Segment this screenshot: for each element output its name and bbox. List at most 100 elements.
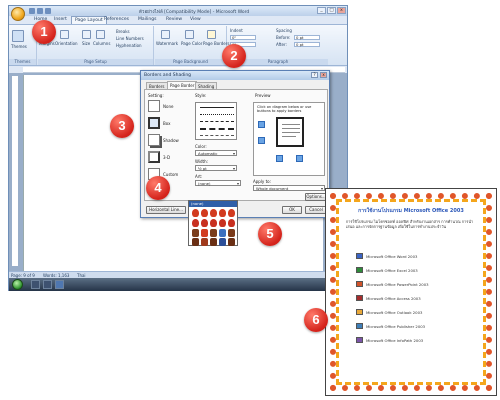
cake-art-icon bbox=[192, 238, 199, 246]
indent-left-field[interactable]: 0" bbox=[230, 35, 256, 40]
art-dropdown[interactable]: (none) bbox=[195, 180, 241, 186]
save-icon[interactable] bbox=[29, 8, 35, 14]
setting-none-label[interactable]: None bbox=[163, 104, 173, 109]
style-option[interactable] bbox=[200, 114, 234, 115]
setting-3d-icon[interactable] bbox=[148, 151, 160, 163]
cake-art-icon bbox=[192, 229, 199, 237]
spacing-label: Spacing bbox=[276, 28, 292, 33]
options-button[interactable]: Options... bbox=[305, 193, 327, 201]
undo-icon[interactable] bbox=[37, 8, 43, 14]
horizontal-line-button[interactable]: Horizontal Line... bbox=[146, 206, 186, 214]
line-numbers-label[interactable]: Line Numbers bbox=[116, 36, 144, 41]
art-option[interactable] bbox=[192, 209, 235, 218]
page-border-panel: Setting: None Box Shadow 3-D Custom Styl… bbox=[144, 89, 328, 201]
preview-text-line bbox=[282, 128, 300, 129]
apply-to-dropdown[interactable]: Whole document bbox=[253, 185, 325, 191]
taskbar-app-icon[interactable] bbox=[31, 280, 40, 289]
tab-review[interactable]: Review bbox=[163, 16, 185, 24]
preview-label: Preview bbox=[255, 93, 271, 98]
watermark-label: Watermark bbox=[156, 41, 179, 46]
size-icon[interactable] bbox=[82, 30, 91, 39]
watermark-icon[interactable] bbox=[161, 30, 170, 39]
bottom-border-button[interactable] bbox=[258, 137, 265, 144]
tab-borders[interactable]: Borders bbox=[146, 82, 168, 89]
art-option[interactable] bbox=[192, 219, 235, 228]
preview-text-line bbox=[282, 132, 300, 133]
style-option[interactable] bbox=[200, 107, 234, 108]
page-setup-group-label: Page Setup bbox=[38, 59, 153, 65]
setting-3d-label[interactable]: 3-D bbox=[163, 155, 170, 160]
preview-page[interactable] bbox=[276, 117, 304, 147]
setting-custom-label[interactable]: Custom bbox=[163, 172, 178, 177]
breaks-label[interactable]: Breaks bbox=[116, 29, 130, 34]
orientation-icon[interactable] bbox=[60, 30, 69, 39]
tab-view[interactable]: View bbox=[187, 16, 204, 24]
vertical-ruler[interactable] bbox=[12, 76, 18, 266]
result-document: การใช้งานโปรแกรม Microsoft Office 2003 ก… bbox=[325, 188, 497, 396]
style-label: Style: bbox=[195, 93, 207, 98]
art-label: Art: bbox=[195, 174, 203, 179]
start-button[interactable] bbox=[12, 279, 23, 290]
right-border-button[interactable] bbox=[296, 155, 303, 162]
ok-button[interactable]: OK bbox=[282, 206, 302, 214]
borders-shading-dialog: Borders and Shading ? x Borders Page Bor… bbox=[140, 70, 330, 218]
status-bar: Page: 9 of 9 Words: 1,163 Thai bbox=[9, 271, 347, 278]
publisher-app-icon bbox=[356, 323, 363, 329]
themes-label: Themes bbox=[11, 44, 27, 49]
setting-none-icon[interactable] bbox=[148, 100, 160, 112]
page-color-label: Page Color bbox=[181, 41, 203, 46]
style-option[interactable] bbox=[200, 121, 234, 122]
setting-shadow-icon[interactable] bbox=[148, 134, 160, 146]
columns-label: Columns bbox=[93, 41, 111, 46]
style-option[interactable] bbox=[200, 135, 234, 136]
setting-shadow-label[interactable]: Shadow bbox=[163, 138, 179, 143]
size-label: Size bbox=[82, 41, 91, 46]
hyphenation-label[interactable]: Hyphenation bbox=[116, 43, 142, 48]
taskbar-app-icon[interactable] bbox=[43, 280, 52, 289]
top-border-button[interactable] bbox=[258, 121, 265, 128]
dialog-close-button[interactable]: x bbox=[320, 72, 327, 78]
after-label: After: bbox=[276, 42, 287, 47]
style-list[interactable] bbox=[195, 102, 237, 140]
setting-box-label[interactable]: Box bbox=[163, 121, 170, 126]
themes-icon[interactable] bbox=[12, 30, 24, 42]
result-item-label: Microsoft Office Word 2003 bbox=[366, 254, 418, 259]
columns-icon[interactable] bbox=[96, 30, 105, 39]
art-option-none[interactable]: (none) bbox=[189, 201, 237, 207]
spacing-before-field[interactable]: 0 pt bbox=[294, 35, 320, 40]
apple-art-icon bbox=[201, 209, 208, 217]
left-border-button[interactable] bbox=[276, 155, 283, 162]
page-background-group-label: Page Background bbox=[155, 59, 226, 65]
taskbar-word-icon[interactable] bbox=[55, 280, 64, 289]
tab-page-border[interactable]: Page Border bbox=[167, 81, 198, 89]
help-button[interactable]: ? bbox=[311, 72, 318, 78]
ribbon-tabs: Home Insert Page Layout References Maili… bbox=[9, 16, 347, 24]
result-item-label: Microsoft Office Outlook 2003 bbox=[366, 310, 423, 315]
width-dropdown[interactable]: ½ pt bbox=[195, 165, 237, 171]
before-label: Before: bbox=[276, 35, 291, 40]
art-dropdown-list[interactable]: (none) bbox=[188, 200, 238, 246]
callout-6: 6 bbox=[304, 308, 328, 332]
page-color-icon[interactable] bbox=[185, 30, 194, 39]
apple-art-icon bbox=[219, 219, 226, 227]
close-button[interactable]: x bbox=[337, 7, 346, 14]
redo-icon[interactable] bbox=[45, 8, 51, 14]
callout-1: 1 bbox=[32, 20, 56, 44]
setting-box-icon[interactable] bbox=[148, 117, 160, 129]
indent-label: Indent bbox=[230, 28, 243, 33]
minimize-button[interactable]: _ bbox=[317, 7, 326, 14]
spacing-after-field[interactable]: 0 pt bbox=[294, 42, 320, 47]
color-dropdown[interactable]: Automatic bbox=[195, 150, 237, 156]
border-preview[interactable]: Click on diagram below or use buttons to… bbox=[253, 102, 325, 176]
art-option[interactable] bbox=[192, 229, 235, 238]
tab-references[interactable]: References bbox=[101, 16, 132, 24]
maximize-button[interactable]: □ bbox=[327, 7, 336, 14]
cancel-button[interactable]: Cancel bbox=[305, 206, 327, 214]
callout-5: 5 bbox=[258, 222, 282, 246]
style-option[interactable] bbox=[200, 128, 234, 130]
tab-insert[interactable]: Insert bbox=[51, 16, 70, 24]
tab-shading[interactable]: Shading bbox=[195, 82, 218, 89]
page-borders-icon[interactable] bbox=[207, 30, 216, 39]
art-option[interactable] bbox=[192, 238, 235, 247]
tab-mailings[interactable]: Mailings bbox=[135, 16, 159, 24]
